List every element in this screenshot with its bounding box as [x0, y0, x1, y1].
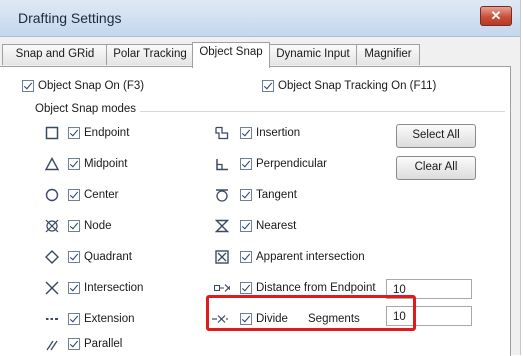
distance-from-endpoint-checkbox[interactable]	[240, 282, 252, 294]
intersection-label: Intersection	[84, 282, 144, 294]
object-snap-tracking-option[interactable]: Object Snap Tracking On (F11)	[262, 78, 436, 94]
parallel-icon	[44, 336, 60, 352]
snap-mode-distance-from-endpoint[interactable]: Distance from Endpoint	[240, 280, 376, 296]
perpendicular-icon	[214, 156, 230, 172]
parallel-checkbox[interactable]	[68, 338, 80, 350]
distance-from-endpoint-icon	[214, 280, 230, 296]
tab-snap-and-grid[interactable]: Snap and GRid	[2, 44, 108, 65]
center-icon	[44, 187, 60, 203]
extension-label: Extension	[84, 313, 135, 325]
object-snap-tracking-label: Object Snap Tracking On (F11)	[278, 80, 437, 92]
title-bar: Drafting Settings ✕	[0, 0, 520, 37]
divide-highlight-box	[206, 295, 416, 331]
group-divider	[140, 111, 505, 112]
center-label: Center	[84, 189, 119, 201]
close-button[interactable]: ✕	[480, 6, 512, 26]
tab-polar-tracking[interactable]: Polar Tracking	[106, 44, 194, 65]
insertion-label: Insertion	[256, 127, 301, 139]
object-snap-on-checkbox[interactable]	[22, 80, 34, 92]
tab-object-snap[interactable]: Object Snap	[192, 42, 270, 68]
endpoint-checkbox[interactable]	[68, 127, 80, 139]
object-snap-modes-heading: Object Snap modes	[35, 103, 137, 115]
center-checkbox[interactable]	[68, 189, 80, 201]
distance-from-endpoint-label: Distance from Endpoint	[256, 282, 376, 294]
midpoint-icon	[44, 156, 60, 172]
parallel-label: Parallel	[84, 338, 123, 350]
snap-mode-quadrant[interactable]: Quadrant	[68, 249, 132, 265]
tab-magnifier[interactable]: Magnifier	[356, 44, 420, 65]
tab-dynamic-input[interactable]: Dynamic Input	[268, 44, 358, 65]
node-label: Node	[84, 220, 112, 232]
snap-mode-tangent[interactable]: Tangent	[240, 187, 297, 203]
extension-checkbox[interactable]	[68, 313, 80, 325]
midpoint-checkbox[interactable]	[68, 158, 80, 170]
nearest-checkbox[interactable]	[240, 220, 252, 232]
insertion-checkbox[interactable]	[240, 127, 252, 139]
quadrant-label: Quadrant	[84, 251, 132, 263]
intersection-icon	[44, 280, 60, 296]
object-snap-on-label: Object Snap On (F3)	[38, 80, 145, 92]
tangent-icon	[214, 187, 230, 203]
snap-mode-parallel[interactable]: Parallel	[68, 336, 122, 352]
select-all-button[interactable]: Select All	[396, 124, 476, 148]
snap-mode-node[interactable]: Node	[68, 218, 112, 234]
nearest-label: Nearest	[256, 220, 297, 232]
nearest-icon	[214, 218, 230, 234]
snap-mode-perpendicular[interactable]: Perpendicular	[240, 156, 327, 172]
snap-mode-nearest[interactable]: Nearest	[240, 218, 296, 234]
endpoint-icon	[44, 125, 60, 141]
tangent-checkbox[interactable]	[240, 189, 252, 201]
snap-mode-intersection[interactable]: Intersection	[68, 280, 143, 296]
node-checkbox[interactable]	[68, 220, 80, 232]
apparent-intersection-label: Apparent intersection	[256, 251, 365, 263]
drafting-settings-dialog: Drafting Settings ✕ Snap and GRid Polar …	[0, 0, 521, 356]
snap-mode-midpoint[interactable]: Midpoint	[68, 156, 127, 172]
perpendicular-checkbox[interactable]	[240, 158, 252, 170]
insertion-icon	[214, 125, 230, 141]
tangent-label: Tangent	[256, 189, 297, 201]
node-icon	[44, 218, 60, 234]
snap-mode-endpoint[interactable]: Endpoint	[68, 125, 129, 141]
snap-mode-center[interactable]: Center	[68, 187, 119, 203]
midpoint-label: Midpoint	[84, 158, 128, 170]
perpendicular-label: Perpendicular	[256, 158, 327, 170]
intersection-checkbox[interactable]	[68, 282, 80, 294]
clear-all-button[interactable]: Clear All	[396, 156, 476, 180]
quadrant-checkbox[interactable]	[68, 251, 80, 263]
tab-strip: Snap and GRid Polar Tracking Object Snap…	[0, 42, 520, 68]
apparent-intersection-icon	[214, 249, 230, 265]
quadrant-icon	[44, 249, 60, 265]
apparent-intersection-checkbox[interactable]	[240, 251, 252, 263]
object-snap-on-option[interactable]: Object Snap On (F3)	[22, 78, 144, 94]
object-snap-tracking-checkbox[interactable]	[262, 80, 274, 92]
snap-mode-extension[interactable]: Extension	[68, 311, 135, 327]
dialog-title: Drafting Settings	[18, 10, 122, 26]
endpoint-label: Endpoint	[84, 127, 130, 139]
snap-mode-insertion[interactable]: Insertion	[240, 125, 300, 141]
snap-mode-apparent-intersection[interactable]: Apparent intersection	[240, 249, 365, 265]
extension-icon	[44, 311, 60, 327]
